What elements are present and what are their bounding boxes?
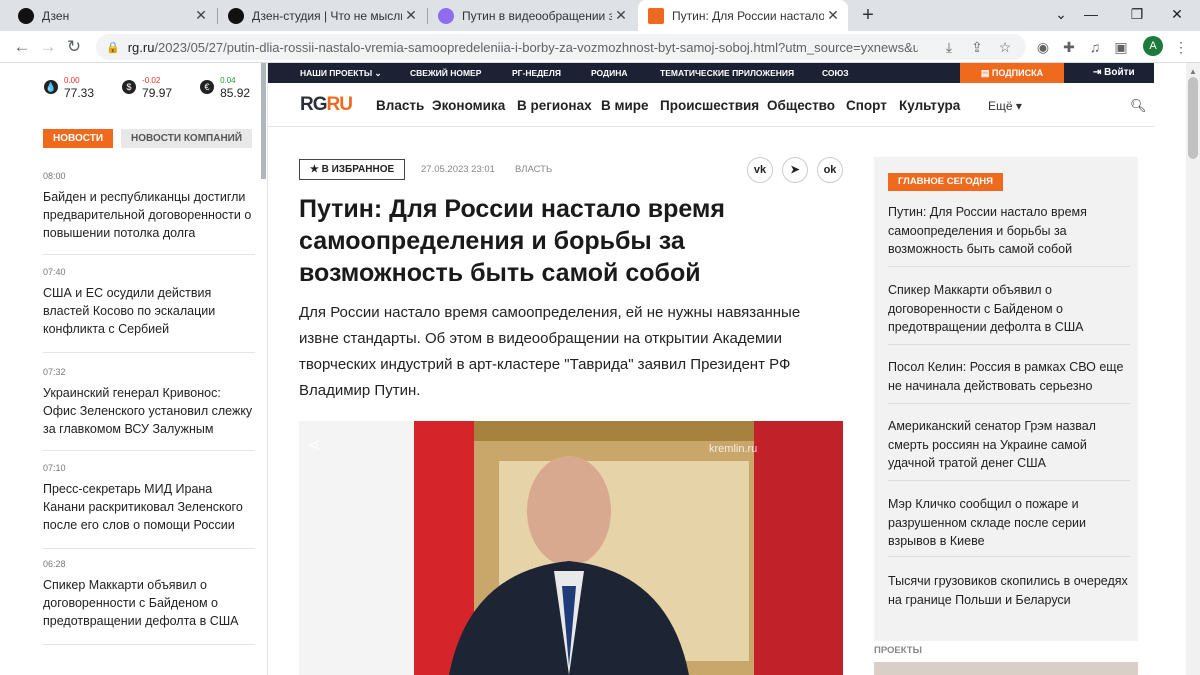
page-scrollbar[interactable]: ▲ <box>1186 63 1200 675</box>
main-navigation: RGRU Власть Экономика В регионах В мире … <box>268 83 1154 127</box>
list-item[interactable]: 06:28 Спикер Маккарти объявил о договоре… <box>43 559 255 645</box>
feed-scrollbar[interactable] <box>261 63 266 179</box>
list-item[interactable]: Мэр Кличко сообщил о пожаре и разрушенно… <box>888 495 1130 557</box>
exchange-rates: 💧 0.00 77.33 $ -0.02 79.97 € 0.04 85.92 <box>44 75 250 99</box>
tab-news[interactable]: Новости <box>43 129 114 148</box>
rg-logo[interactable]: RGRU <box>300 94 353 116</box>
ok-share-icon[interactable]: ok <box>817 157 843 183</box>
close-tab-icon[interactable]: ✕ <box>192 7 210 24</box>
close-window-button[interactable]: ✕ <box>1154 0 1200 31</box>
fresh-issue-link[interactable]: Свежий номер <box>410 63 481 83</box>
dollar-icon: $ <box>122 80 137 94</box>
scrollbar-thumb[interactable] <box>1188 77 1198 159</box>
login-button[interactable]: ⇥ Войти <box>1093 63 1135 83</box>
puzzle-icon[interactable]: ✚ <box>1060 38 1078 56</box>
nav-regions[interactable]: В регионах <box>517 98 592 113</box>
chevron-down-icon: ⌄ <box>374 68 382 78</box>
close-tab-icon[interactable]: ✕ <box>612 7 630 24</box>
share-icon[interactable]: ⋖ <box>307 435 320 455</box>
oil-drop-icon: 💧 <box>44 80 58 94</box>
bookmark-star-icon[interactable]: ☆ <box>996 38 1014 56</box>
rg-favicon-icon <box>648 7 664 24</box>
list-item[interactable]: Путин: Для России настало время самоопре… <box>888 203 1130 267</box>
vk-share-icon[interactable]: vk <box>747 157 773 183</box>
article-photo[interactable]: ⋖ kremlin.ru <box>299 421 843 675</box>
news-favicon-icon <box>438 7 454 24</box>
news-feed-column: 💧 0.00 77.33 $ -0.02 79.97 € 0.04 85.92 … <box>30 63 268 675</box>
nav-world[interactable]: В мире <box>601 98 649 113</box>
rate-usd[interactable]: $ -0.02 79.97 <box>122 75 172 99</box>
projects-heading: Проекты <box>874 645 922 656</box>
article-rubric[interactable]: ВЛАСТЬ <box>515 164 552 175</box>
reload-icon[interactable]: ↻ <box>62 35 86 59</box>
lock-icon: 🔒 <box>106 41 120 54</box>
top-today-badge: Главное сегодня <box>888 173 1003 191</box>
newspaper-icon: ▤ <box>980 68 992 78</box>
site-topbar: Наши проекты ⌄ Свежий номер РГ-Неделя Ро… <box>268 63 1154 83</box>
list-item[interactable]: Спикер Маккарти объявил о договоренности… <box>888 281 1130 345</box>
list-item[interactable]: Посол Келин: Россия в рамках СВО еще не … <box>888 358 1130 404</box>
list-item[interactable]: 07:40 США и ЕС осудили действия властей … <box>43 267 255 353</box>
browser-tab-bar: Дзен ✕ Дзен-студия | Что не мысль, то ✕ … <box>0 0 1200 31</box>
url-field[interactable]: 🔒 rg.ru/2023/05/27/putin-dlia-rossii-nas… <box>96 34 1026 60</box>
nav-vlast[interactable]: Власть <box>376 98 424 113</box>
nav-economy[interactable]: Экономика <box>432 98 505 113</box>
share-icon[interactable]: ⇪ <box>968 38 986 56</box>
rg-week-link[interactable]: РГ-Неделя <box>512 63 561 83</box>
thematic-link[interactable]: Тематические приложения <box>660 63 794 83</box>
subscribe-button[interactable]: ▤ ПОДПИСКА <box>960 63 1064 83</box>
nav-more-dropdown[interactable]: Ещё ▾ <box>988 99 1022 113</box>
list-item[interactable]: 07:32 Украинский генерал Кривонос: Офис … <box>43 367 255 451</box>
install-icon[interactable]: ⤓ <box>940 38 958 56</box>
rodina-link[interactable]: Родина <box>591 63 628 83</box>
kremlin-watermark: kremlin.ru <box>709 443 758 455</box>
tab-dzen-studio[interactable]: Дзен-студия | Что не мысль, то ✕ <box>218 0 426 31</box>
tab-dzen[interactable]: Дзен ✕ <box>8 0 216 31</box>
close-tab-icon[interactable]: ✕ <box>402 7 420 24</box>
nav-sport[interactable]: Спорт <box>846 98 887 113</box>
list-item[interactable]: 08:00 Байден и республиканцы достигли пр… <box>43 171 255 255</box>
nav-incidents[interactable]: Происшествия <box>660 98 759 113</box>
menu-icon[interactable]: ⋮ <box>1172 38 1190 56</box>
new-tab-button[interactable]: + <box>856 4 880 28</box>
list-item[interactable]: 07:10 Пресс-секретарь МИД Ирана Канани р… <box>43 463 255 549</box>
back-icon[interactable]: ← <box>10 35 34 59</box>
rate-oil[interactable]: 💧 0.00 77.33 <box>44 75 94 99</box>
forward-icon[interactable]: → <box>36 35 60 59</box>
article-date: 27.05.2023 23:01 <box>421 164 495 175</box>
tab-company-news[interactable]: Новости компаний <box>121 129 253 148</box>
address-toolbar: ← → ↻ 🔒 rg.ru/2023/05/27/putin-dlia-ross… <box>0 31 1200 63</box>
rate-eur[interactable]: € 0.04 85.92 <box>200 75 250 99</box>
star-icon: ★ <box>309 164 322 175</box>
caret-down-icon: ▾ <box>1015 99 1022 113</box>
euro-icon: € <box>200 80 215 94</box>
minimize-button[interactable]: — <box>1068 0 1114 31</box>
telegram-share-icon[interactable]: ➤ <box>782 157 808 183</box>
article-lead: Для России настало время самоопределения… <box>299 304 801 399</box>
avatar[interactable]: A <box>1143 36 1163 56</box>
tab-active-rg[interactable]: Путин: Для России настало вре ✕ <box>638 0 848 31</box>
projects-image[interactable] <box>874 662 1138 675</box>
nav-culture[interactable]: Культура <box>899 98 960 113</box>
feed-tabs: Новости Новости компаний <box>43 129 253 148</box>
sidepanel-icon[interactable]: ▣ <box>1112 38 1130 56</box>
add-to-favorites-button[interactable]: ★ В ИЗБРАННОЕ <box>299 159 405 180</box>
media-icon[interactable]: ♫ <box>1086 38 1104 56</box>
top-today-box: Главное сегодня Путин: Для России настал… <box>874 157 1138 641</box>
search-icon[interactable]: 🔍︎ <box>1130 98 1147 114</box>
scroll-up-icon[interactable]: ▲ <box>1189 67 1197 76</box>
projects-menu[interactable]: Наши проекты ⌄ <box>300 63 382 83</box>
article-title: Путин: Для России настало время самоопре… <box>299 195 725 287</box>
tab-putin-video[interactable]: Путин в видеообращении заяви ✕ <box>428 0 636 31</box>
dzen-favicon-icon <box>228 7 244 24</box>
close-tab-icon[interactable]: ✕ <box>824 7 842 24</box>
extension-icon[interactable]: ◉ <box>1034 38 1052 56</box>
list-item[interactable]: Тысячи грузовиков скопились в очередях н… <box>888 572 1130 618</box>
list-item[interactable]: Американский сенатор Грэм назвал смерть … <box>888 417 1130 481</box>
soyuz-link[interactable]: Союз <box>822 63 849 83</box>
login-icon: ⇥ <box>1093 67 1105 78</box>
nav-society[interactable]: Общество <box>767 98 835 113</box>
dzen-favicon-icon <box>18 7 34 24</box>
putin-photo-illustration <box>299 421 843 675</box>
